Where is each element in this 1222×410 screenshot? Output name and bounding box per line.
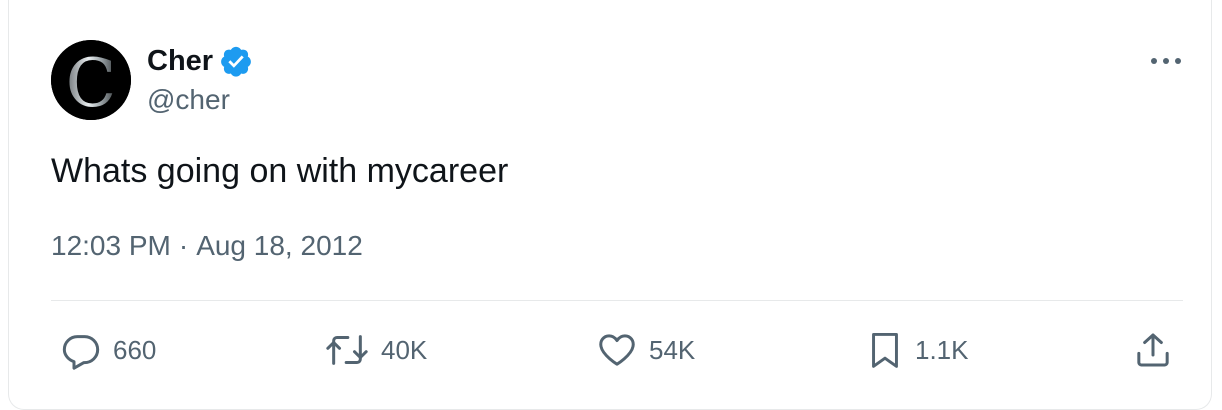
- more-icon[interactable]: [1148, 46, 1184, 76]
- reply-count: 660: [113, 334, 157, 365]
- author-name[interactable]: Cher: [147, 45, 213, 78]
- author-name-row: Cher: [147, 44, 253, 78]
- like-icon: [599, 334, 635, 366]
- share-icon: [1137, 333, 1169, 367]
- like-button[interactable]: 54K: [597, 330, 695, 370]
- bookmark-icon: [872, 332, 898, 368]
- like-count: 54K: [649, 334, 696, 365]
- retweet-count: 40K: [381, 334, 428, 365]
- tweet-card: C Cher @cher Whats going on with mycaree…: [8, 0, 1212, 410]
- verified-badge-icon: [219, 44, 253, 78]
- share-button[interactable]: [1133, 330, 1173, 370]
- retweet-button[interactable]: 40K: [325, 330, 427, 370]
- divider: [51, 300, 1183, 301]
- avatar[interactable]: C: [51, 40, 131, 120]
- bookmark-button[interactable]: 1.1K: [867, 330, 969, 370]
- tweet-time: 12:03 PM: [51, 230, 171, 261]
- tweet-timestamp[interactable]: 12:03 PM · Aug 18, 2012: [51, 230, 363, 262]
- retweet-icon: [326, 335, 368, 365]
- reply-button[interactable]: 660: [61, 330, 156, 370]
- bookmark-count: 1.1K: [915, 334, 969, 365]
- timestamp-separator: ·: [178, 230, 189, 261]
- avatar-letter: C: [66, 45, 117, 120]
- reply-icon: [62, 335, 100, 370]
- avatar-logo: C: [51, 40, 131, 120]
- tweet-text: Whats going on with mycareer: [51, 152, 509, 190]
- tweet-date: Aug 18, 2012: [196, 230, 363, 261]
- author-handle[interactable]: @cher: [147, 84, 230, 116]
